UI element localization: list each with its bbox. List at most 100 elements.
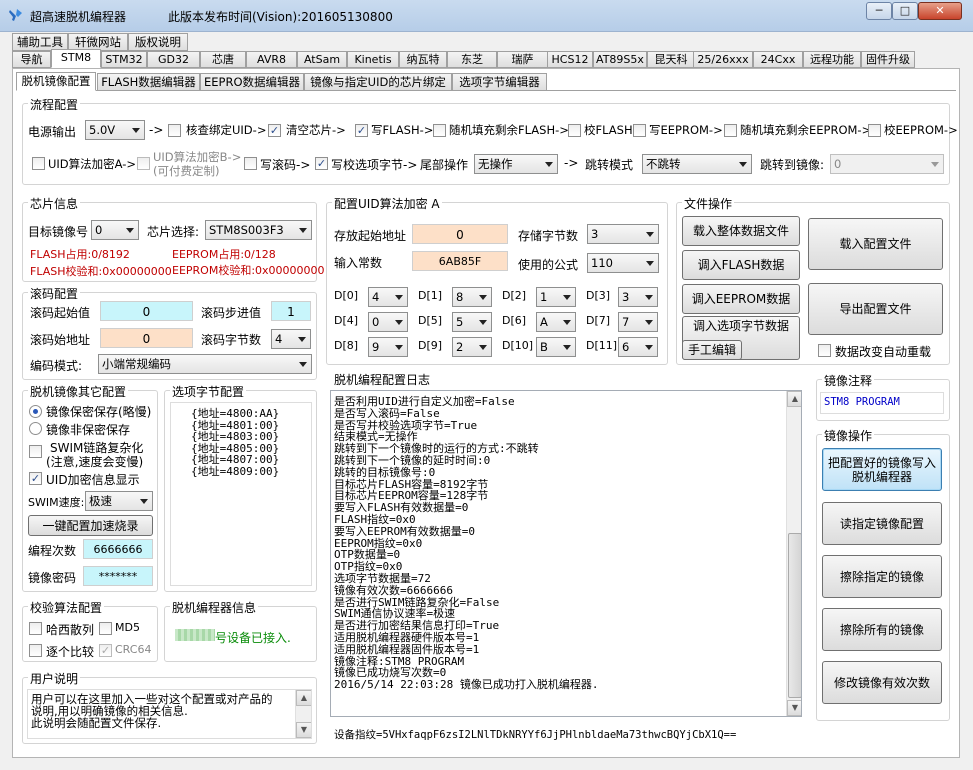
- power-select[interactable]: 5.0V: [85, 120, 145, 140]
- uid-formula-select[interactable]: 110: [587, 253, 659, 273]
- tab-row2-item[interactable]: 导航: [12, 51, 51, 68]
- tab-row2-item[interactable]: 瑞萨: [497, 51, 548, 68]
- flow-step-checkbox[interactable]: ✓: [268, 124, 281, 137]
- tab-row2-item[interactable]: 昆天科: [647, 51, 695, 68]
- tab-row2-item[interactable]: AVR8: [246, 51, 297, 68]
- d-select[interactable]: 6: [618, 337, 658, 357]
- roll-bytes-select[interactable]: 4: [271, 329, 311, 349]
- uid-encrypt-a-checkbox[interactable]: [32, 157, 45, 170]
- d-select[interactable]: 2: [452, 337, 492, 357]
- usage-scrollbar[interactable]: ▲ ▼: [295, 690, 311, 738]
- d-select[interactable]: B: [536, 337, 576, 357]
- tab-row2-item[interactable]: Kinetis: [347, 51, 399, 68]
- tab-option-editor[interactable]: 选项字节编辑器: [452, 73, 547, 91]
- write-image-button[interactable]: 把配置好的镜像写入 脱机编程器: [822, 448, 942, 491]
- d-select[interactable]: 8: [452, 287, 492, 307]
- load-eeprom-button[interactable]: 调入EEPROM数据: [682, 284, 800, 314]
- d-select[interactable]: 3: [618, 287, 658, 307]
- d-select[interactable]: 0: [368, 312, 408, 332]
- flow-step-checkbox[interactable]: [568, 124, 581, 137]
- read-image-button[interactable]: 读指定镜像配置: [822, 502, 942, 545]
- log-line: 2016/5/14 22:03:28 镜像已成功打入脱机编程器.: [334, 678, 599, 692]
- load-config-button[interactable]: 载入配置文件: [808, 218, 943, 270]
- flow-step-checkbox[interactable]: [633, 124, 646, 137]
- md5-checkbox[interactable]: [99, 622, 112, 635]
- tab-row2-item[interactable]: HCS12: [547, 51, 593, 68]
- tab-offline-image[interactable]: 脱机镜像配置: [16, 72, 96, 91]
- uid-addr-field[interactable]: 0: [412, 224, 508, 244]
- scroll-thumb[interactable]: [788, 533, 801, 698]
- roll-step-field[interactable]: 1: [271, 301, 311, 321]
- write-roll-checkbox[interactable]: [244, 157, 257, 170]
- image-note-field[interactable]: STM8 PROGRAM: [820, 392, 944, 414]
- scroll-up-arrow-icon[interactable]: ▲: [787, 391, 801, 407]
- tab-row2-item[interactable]: AtSam: [297, 51, 347, 68]
- minimize-button[interactable]: ─: [866, 2, 892, 20]
- hash-checkbox[interactable]: [29, 622, 42, 635]
- roll-addr-field[interactable]: 0: [100, 328, 193, 348]
- tab-flash-editor[interactable]: FLASH数据编辑器: [97, 73, 200, 91]
- scroll-down-arrow-icon[interactable]: ▼: [787, 700, 801, 716]
- d-select[interactable]: 9: [368, 337, 408, 357]
- tab-row2-item[interactable]: AT89S5x: [593, 51, 647, 68]
- usage-scroll-up-icon[interactable]: ▲: [296, 690, 311, 706]
- tab-row2-item[interactable]: 东芝: [447, 51, 497, 68]
- uid-bytes-select[interactable]: 3: [587, 224, 659, 244]
- tab-row2-item[interactable]: STM32: [101, 51, 147, 68]
- jump-mode-select[interactable]: 不跳转: [642, 154, 752, 174]
- tab-row2-item[interactable]: 24Cxx: [753, 51, 803, 68]
- tab-row2-item[interactable]: GD32: [147, 51, 200, 68]
- auto-reload-checkbox[interactable]: [818, 344, 831, 357]
- tab-uid-binding[interactable]: 镜像与指定UID的芯片绑定: [304, 73, 452, 91]
- target-image-select[interactable]: 0: [91, 220, 139, 240]
- no-protect-radio[interactable]: [29, 422, 42, 435]
- close-button[interactable]: ✕: [918, 2, 962, 20]
- uid-show-checkbox[interactable]: ✓: [29, 472, 42, 485]
- option-bytes-list[interactable]: {地址=4800:AA} {地址=4801:00} {地址=4803:00} {地址=…: [170, 402, 312, 586]
- swim-speed-select[interactable]: 极速: [85, 491, 153, 511]
- flow-step-checkbox[interactable]: [433, 124, 446, 137]
- tab-row2-item[interactable]: 固件升级: [861, 51, 915, 68]
- tab-row2-item[interactable]: 25/26xxx: [693, 51, 753, 68]
- one-key-config-button[interactable]: 一键配置加速烧录: [28, 515, 153, 536]
- export-config-button[interactable]: 导出配置文件: [808, 283, 943, 335]
- keep-protect-radio[interactable]: [29, 405, 42, 418]
- encode-mode-select[interactable]: 小端常规编码: [98, 354, 312, 374]
- d-select[interactable]: 1: [536, 287, 576, 307]
- d-select[interactable]: 7: [618, 312, 658, 332]
- d-select[interactable]: A: [536, 312, 576, 332]
- uid-encrypt-b-note: (可付费定制): [153, 164, 220, 178]
- chip-select[interactable]: STM8S003F3: [205, 220, 312, 240]
- load-flash-button[interactable]: 调入FLASH数据: [682, 250, 800, 280]
- erase-all-button[interactable]: 擦除所有的镜像: [822, 608, 942, 651]
- log-scrollbar[interactable]: ▲ ▼: [786, 391, 801, 716]
- tab-copyright[interactable]: 版权说明: [128, 33, 188, 51]
- flow-step-checkbox[interactable]: [724, 124, 737, 137]
- tab-row2-item[interactable]: 远程功能: [803, 51, 861, 68]
- erase-image-button[interactable]: 擦除指定的镜像: [822, 555, 942, 598]
- flow-step-checkbox[interactable]: [868, 124, 881, 137]
- swim-complex-checkbox[interactable]: [29, 445, 42, 458]
- compare-checkbox[interactable]: [29, 644, 42, 657]
- load-all-button[interactable]: 载入整体数据文件: [682, 216, 800, 246]
- program-count-field[interactable]: 6666666: [83, 539, 153, 559]
- roll-start-field[interactable]: 0: [100, 301, 193, 321]
- maximize-button[interactable]: □: [892, 2, 918, 20]
- flow-step-checkbox[interactable]: [168, 124, 181, 137]
- usage-textarea[interactable]: 用户可以在这里加入一些对这个配置或对产品的 说明,用以明确镜像的相关信息. 此说明会…: [27, 689, 312, 739]
- uid-const-field[interactable]: 6AB85F: [412, 251, 508, 271]
- tail-op-select[interactable]: 无操作: [474, 154, 558, 174]
- image-password-field[interactable]: *******: [83, 566, 153, 586]
- tab-row2-item[interactable]: 芯唐: [200, 51, 246, 68]
- d-select[interactable]: 4: [368, 287, 408, 307]
- tab-eeprom-editor[interactable]: EEPRO数据编辑器: [200, 73, 304, 91]
- manual-edit-button[interactable]: 手工编辑: [682, 340, 742, 360]
- log-textarea[interactable]: 是否利用UID进行自定义加密=False 是否写入滚码=False 是否写并校验选项…: [330, 390, 802, 717]
- write-option-checkbox[interactable]: ✓: [315, 157, 328, 170]
- modify-count-button[interactable]: 修改镜像有效次数: [822, 661, 942, 704]
- d-select[interactable]: 5: [452, 312, 492, 332]
- tab-row2-item[interactable]: STM8: [51, 49, 101, 68]
- flow-step-checkbox[interactable]: ✓: [355, 124, 368, 137]
- usage-scroll-down-icon[interactable]: ▼: [296, 722, 311, 738]
- tab-row2-item[interactable]: 纳瓦特: [399, 51, 447, 68]
